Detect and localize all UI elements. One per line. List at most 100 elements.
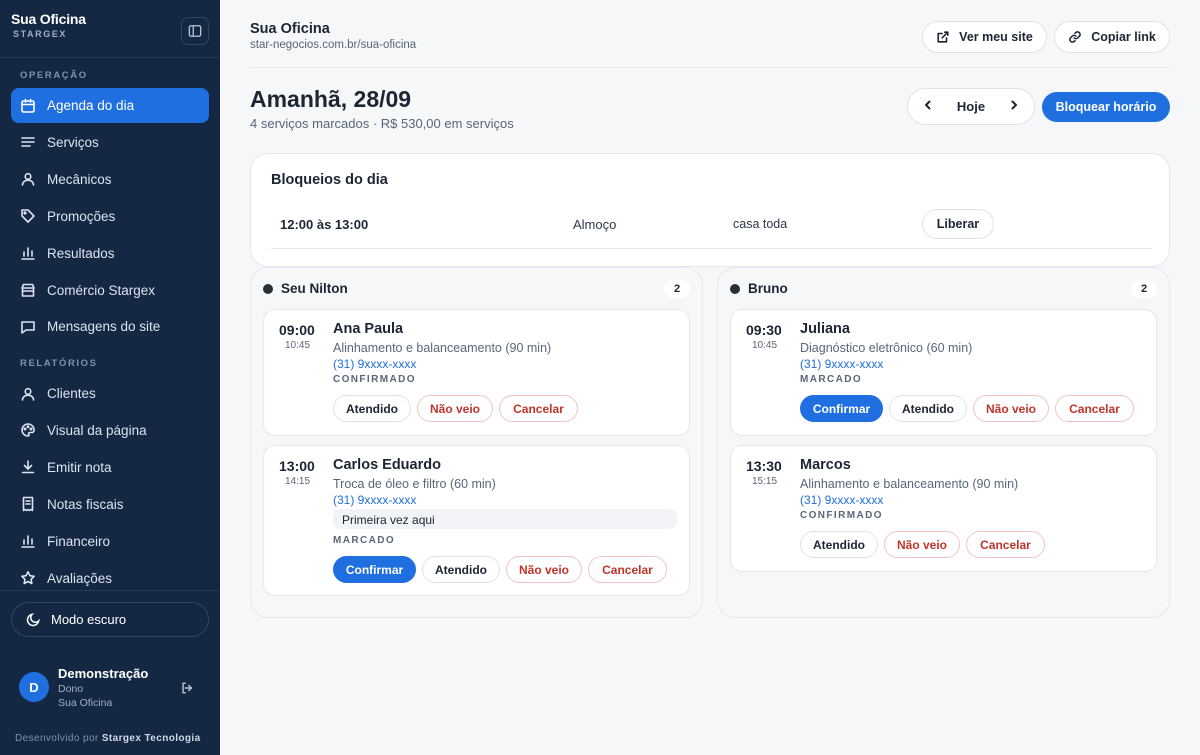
appointment-count-badge: 2: [1131, 280, 1157, 298]
block-reason: Almoço: [573, 217, 617, 232]
brand-subtitle: STARGEX: [13, 29, 68, 39]
appointment-card: 13:30 15:15 Marcos Alinhamento e balance…: [730, 445, 1157, 572]
sidebar-item-label: Mensagens do site: [47, 319, 161, 335]
customer-name: Juliana: [800, 321, 850, 337]
mechanic-header: Seu Nilton: [263, 281, 348, 296]
release-block-button[interactable]: Liberar: [922, 209, 994, 239]
view-site-label: Ver meu site: [959, 30, 1033, 44]
mechanic-name: Seu Nilton: [281, 281, 348, 296]
atendido-button[interactable]: Atendido: [333, 395, 411, 422]
moon-icon: [26, 613, 40, 627]
appointment-count-badge: 2: [664, 280, 690, 298]
sidebar-item-label: Promoções: [47, 208, 116, 224]
customer-phone[interactable]: (31) 9xxxx-xxxx: [800, 493, 883, 507]
dark-mode-label: Modo escuro: [51, 612, 127, 627]
chevron-left-icon: [925, 100, 931, 109]
link-icon: [1069, 31, 1082, 43]
sidebar-item-financeiro[interactable]: Financeiro: [11, 524, 209, 559]
appointment-end-time: 15:15: [752, 476, 778, 487]
copy-link-label: Copiar link: [1091, 30, 1156, 44]
mechanic-column: Seu Nilton 2 09:00 10:45 Ana Paula Alinh…: [250, 267, 703, 618]
blocks-card: Bloqueios do dia 12:00 às 13:00 Almoço c…: [250, 153, 1170, 267]
avatar: D: [19, 672, 49, 702]
status-badge: MARCADO: [800, 374, 863, 385]
dark-mode-toggle[interactable]: Modo escuro: [11, 602, 209, 637]
sidebar-item-comercio-stargex[interactable]: Comércio Stargex: [11, 273, 209, 308]
sidebar-item-visual-da-pagina[interactable]: Visual da página: [11, 413, 209, 448]
customer-name: Carlos Eduardo: [333, 457, 441, 473]
today-button[interactable]: Hoje: [957, 99, 985, 114]
service-description: Alinhamento e balanceamento (90 min): [333, 341, 552, 355]
copy-link-button[interactable]: Copiar link: [1054, 21, 1170, 53]
atendido-button[interactable]: Atendido: [800, 531, 878, 558]
sidebar-item-mensagens-do-site[interactable]: Mensagens do site: [11, 309, 209, 344]
sidebar-item-notas-fiscais[interactable]: Notas fiscais: [11, 487, 209, 522]
next-day-button[interactable]: [1008, 98, 1020, 116]
sidebar-item-label: Resultados: [47, 245, 115, 261]
sidebar-divider: [0, 57, 220, 58]
user-org: Sua Oficina: [58, 697, 113, 709]
customer-phone[interactable]: (31) 9xxxx-xxxx: [333, 357, 416, 371]
user-icon: [20, 386, 36, 402]
cancelar-button[interactable]: Cancelar: [1055, 395, 1134, 422]
external-link-icon: [937, 31, 949, 43]
brand-title: Sua Oficina: [11, 11, 86, 27]
appointment-end-time: 10:45: [752, 340, 778, 351]
status-badge: CONFIRMADO: [800, 510, 883, 521]
previous-day-button[interactable]: [922, 98, 934, 116]
status-badge: MARCADO: [333, 535, 396, 546]
customer-phone[interactable]: (31) 9xxxx-xxxx: [800, 357, 883, 371]
nao-veio-button[interactable]: Não veio: [884, 531, 960, 558]
cancelar-button[interactable]: Cancelar: [588, 556, 667, 583]
sidebar: Sua Oficina STARGEX OPERAÇÃO Agenda do d…: [0, 0, 220, 755]
block-scope: casa toda: [733, 217, 788, 231]
logout-icon[interactable]: [180, 681, 194, 695]
sidebar-item-promocoes[interactable]: Promoções: [11, 199, 209, 234]
sidebar-item-label: Comércio Stargex: [47, 282, 156, 298]
list-icon: [20, 134, 36, 150]
atendido-button[interactable]: Atendido: [889, 395, 967, 422]
appointment-card: 13:00 14:15 Carlos Eduardo Troca de óleo…: [263, 445, 690, 596]
appointment-start-time: 09:00: [279, 322, 315, 338]
user-icon: [20, 171, 36, 187]
nao-veio-button[interactable]: Não veio: [973, 395, 1049, 422]
appointment-start-time: 13:00: [279, 458, 315, 474]
appointment-actions: Atendido Não veio Cancelar: [333, 395, 584, 422]
site-url: star-negocios.com.br/sua-oficina: [250, 39, 417, 51]
customer-phone[interactable]: (31) 9xxxx-xxxx: [333, 493, 416, 507]
status-badge: CONFIRMADO: [333, 374, 416, 385]
sidebar-item-agenda-do-dia[interactable]: Agenda do dia: [11, 88, 209, 123]
sidebar-item-emitir-nota[interactable]: Emitir nota: [11, 450, 209, 485]
confirmar-button[interactable]: Confirmar: [333, 556, 416, 583]
section-label-operation: OPERAÇÃO: [20, 70, 88, 81]
nao-veio-button[interactable]: Não veio: [417, 395, 493, 422]
sidebar-item-label: Agenda do dia: [47, 98, 135, 113]
confirmar-button[interactable]: Confirmar: [800, 395, 883, 422]
sidebar-item-servicos[interactable]: Serviços: [11, 125, 209, 160]
cancelar-button[interactable]: Cancelar: [966, 531, 1045, 558]
service-description: Alinhamento e balanceamento (90 min): [800, 477, 1019, 491]
section-label-reports: RELATÓRIOS: [20, 358, 98, 369]
message-icon: [20, 319, 36, 335]
sidebar-item-label: Mecânicos: [47, 171, 112, 187]
block-time-button[interactable]: Bloquear horário: [1042, 92, 1170, 122]
service-description: Diagnóstico eletrônico (60 min): [800, 341, 973, 355]
site-name: Sua Oficina: [250, 21, 330, 37]
sidebar-item-mecanicos[interactable]: Mecânicos: [11, 162, 209, 197]
sidebar-item-clientes[interactable]: Clientes: [11, 376, 209, 411]
sidebar-item-label: Clientes: [47, 386, 96, 401]
nao-veio-button[interactable]: Não veio: [506, 556, 582, 583]
appointment-card: 09:30 10:45 Juliana Diagnóstico eletrôni…: [730, 309, 1157, 436]
sidebar-item-resultados[interactable]: Resultados: [11, 236, 209, 271]
sidebar-item-label: Financeiro: [47, 533, 111, 549]
collapse-sidebar-button[interactable]: [181, 17, 209, 45]
mechanic-name: Bruno: [748, 281, 788, 296]
cancelar-button[interactable]: Cancelar: [499, 395, 578, 422]
atendido-button[interactable]: Atendido: [422, 556, 500, 583]
appointment-card: 09:00 10:45 Ana Paula Alinhamento e bala…: [263, 309, 690, 436]
block-time: 12:00 às 13:00: [280, 217, 369, 232]
appointment-end-time: 14:15: [285, 476, 311, 487]
view-site-button[interactable]: Ver meu site: [922, 21, 1047, 53]
brand: Sua Oficina STARGEX: [11, 11, 86, 39]
appointment-note: Primeira vez aqui: [333, 509, 677, 529]
